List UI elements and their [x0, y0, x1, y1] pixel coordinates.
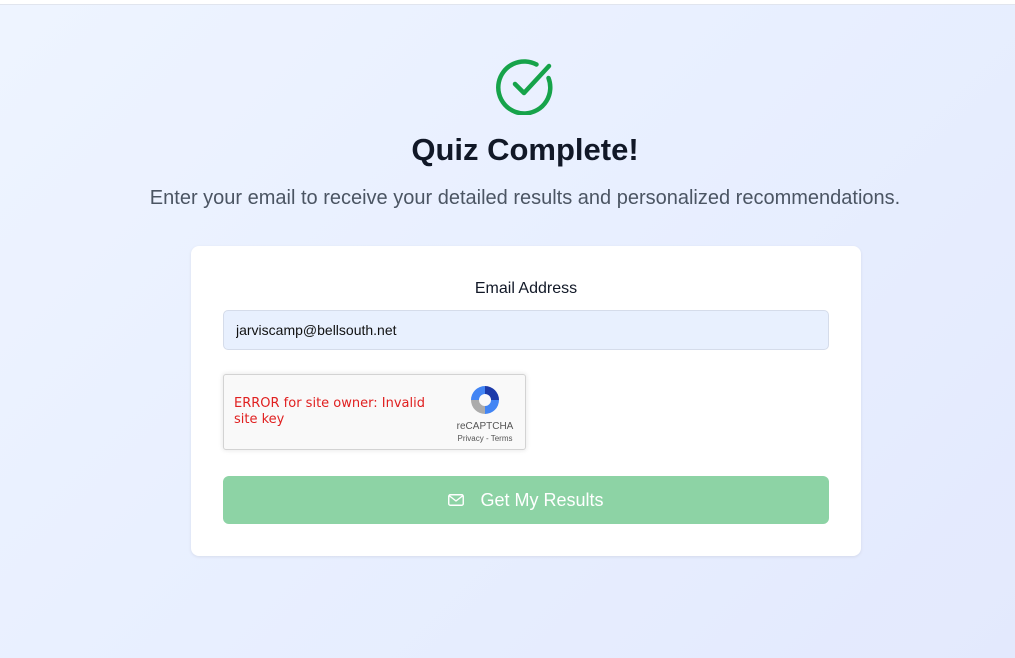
get-results-label: Get My Results: [480, 489, 604, 510]
mail-icon: [448, 494, 465, 506]
recaptcha-links: Privacy - Terms: [442, 434, 528, 443]
get-results-button[interactable]: Get My Results: [223, 476, 829, 524]
recaptcha-link-separator: -: [483, 434, 491, 443]
page-title: Quiz Complete!: [411, 132, 639, 167]
page-subtitle: Enter your email to receive your detaile…: [149, 187, 901, 209]
recaptcha-privacy-link[interactable]: Privacy: [458, 434, 484, 443]
email-label: Email Address: [474, 280, 578, 297]
check-circle-icon: [496, 59, 553, 115]
recaptcha-terms-link[interactable]: Terms: [491, 434, 513, 443]
email-form-card: Email Address ERROR for site owner: Inva…: [191, 246, 861, 556]
recaptcha-logo-icon: [471, 386, 499, 414]
recaptcha-widget[interactable]: ERROR for site owner: Invalid site key r…: [223, 374, 526, 450]
recaptcha-error-text: ERROR for site owner: Invalid site key: [234, 396, 425, 427]
top-bar: [0, 0, 1015, 5]
email-input[interactable]: [223, 310, 829, 350]
recaptcha-brand: reCAPTCHA: [456, 421, 514, 432]
